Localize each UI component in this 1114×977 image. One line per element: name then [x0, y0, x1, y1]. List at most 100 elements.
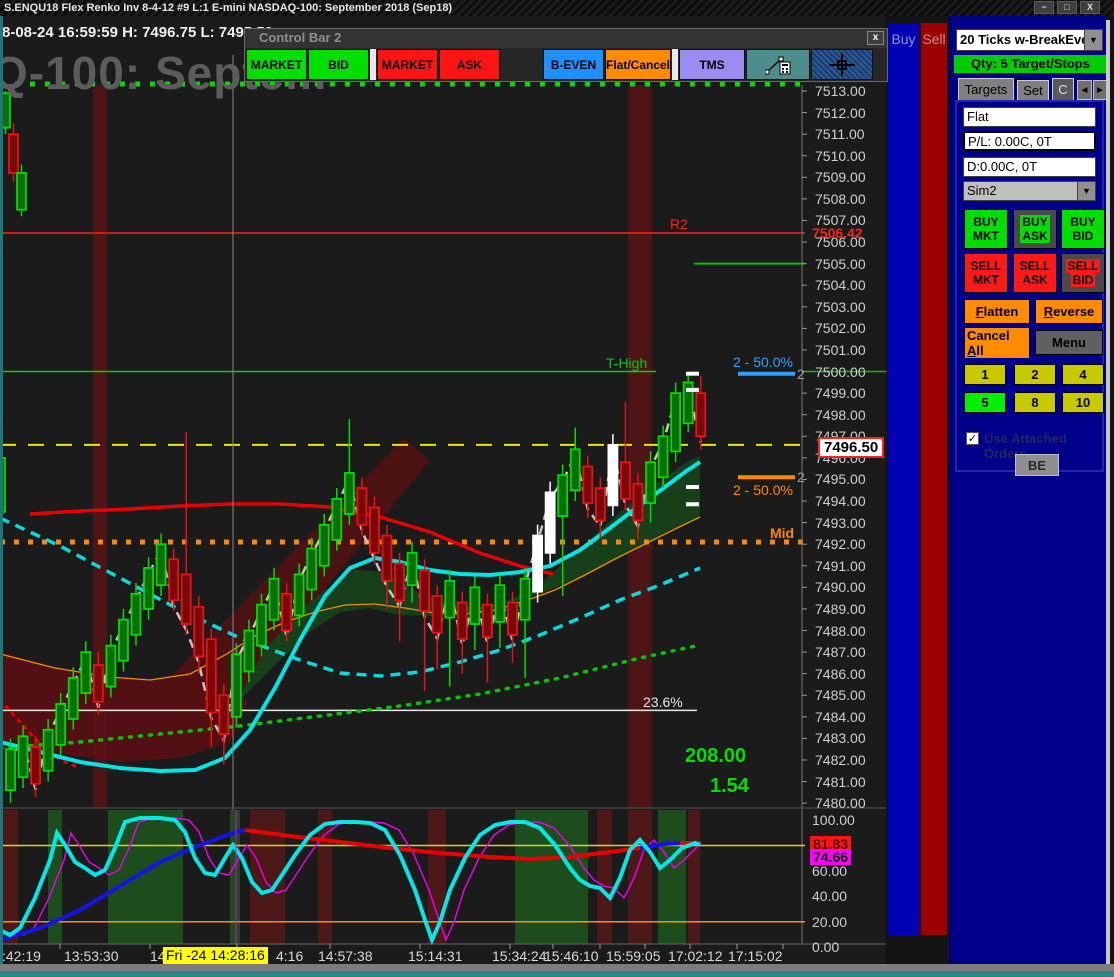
- candle-body: [369, 506, 380, 554]
- dom-sell-column[interactable]: Sell: [921, 23, 947, 935]
- candle-body: [16, 172, 27, 211]
- tms-button[interactable]: TMS: [679, 49, 745, 80]
- oscillator-band: [597, 810, 612, 944]
- price-axis-label: 7489.00: [815, 600, 866, 617]
- tab-targets[interactable]: Targets: [958, 78, 1014, 100]
- chevron-down-icon[interactable]: ▼: [1084, 30, 1102, 50]
- breakeven-button[interactable]: B-EVEN: [543, 49, 604, 80]
- candle-body: [632, 482, 644, 522]
- flatten-button[interactable]: Flatten: [964, 299, 1030, 324]
- candle-body: [343, 472, 355, 515]
- candle-body: [281, 592, 293, 632]
- window-titlebar[interactable]: S.ENQU18 Flex Renko Inv 8-4-12 #9 L:1 E-…: [0, 0, 1114, 16]
- oscillator-axis-label: 60.00: [812, 862, 848, 879]
- candle-body: [105, 644, 117, 688]
- sell-column-header: Sell: [922, 31, 946, 47]
- candle-body: [356, 487, 368, 526]
- tab-scroll-right-icon[interactable]: ►: [1093, 80, 1107, 100]
- price-axis-label: 7481.00: [815, 773, 866, 790]
- sell-mkt-button[interactable]: SELL MKT: [964, 253, 1008, 293]
- maximize-button[interactable]: □: [1057, 1, 1077, 14]
- candle-body: [268, 577, 280, 621]
- candle-body: [394, 562, 405, 602]
- price-axis-label: 7488.00: [815, 622, 866, 639]
- buy-column-header: Buy: [891, 31, 916, 47]
- candle-body: [607, 444, 619, 507]
- menu-button[interactable]: Menu: [1035, 330, 1103, 355]
- price-axis-label: 7487.00: [815, 644, 866, 661]
- pnl-points-readout: 208.00: [685, 745, 747, 767]
- price-axis-label: 7509.00: [815, 169, 866, 186]
- time-axis-label: 15:59:05: [606, 948, 661, 964]
- qty-10-button[interactable]: 10: [1062, 392, 1104, 413]
- fib-target-orange-marker: 2: [797, 469, 805, 486]
- oscillator-magenta-value-label: 74.66: [810, 849, 852, 865]
- pl-field[interactable]: P/L: 0.00C, 0T: [963, 131, 1096, 151]
- minimize-button[interactable]: −: [1034, 1, 1054, 14]
- qty-8-button[interactable]: 8: [1014, 392, 1056, 413]
- use-attached-orders-checkbox[interactable]: ✓: [966, 432, 979, 445]
- r2-price-label: 7506.42: [812, 224, 863, 241]
- oscillator-axis-label: 20.00: [812, 913, 848, 930]
- tab-scroll-left-icon[interactable]: ◄: [1077, 80, 1092, 100]
- candle-body: [557, 474, 569, 518]
- time-axis-highlight: Fri -24 14:28:16: [163, 947, 268, 964]
- close-button[interactable]: X: [1080, 1, 1100, 14]
- trading-window: S.ENQU18 Flex Renko Inv 8-4-12 #9 L:1 E-…: [0, 0, 1114, 977]
- buy-mkt-button[interactable]: BUY MKT: [964, 209, 1008, 249]
- trendline-calculator-button[interactable]: [746, 49, 810, 80]
- chevron-down-icon[interactable]: ▼: [1077, 182, 1095, 200]
- fib-target-blue-label: 2 - 50.0%: [733, 353, 793, 370]
- price-axis-label: 7490.00: [815, 579, 866, 596]
- flat-cancel-button[interactable]: Flat/Cancel: [605, 49, 671, 80]
- window-left-border: [0, 16, 3, 970]
- sell-ask-button[interactable]: ASK: [439, 49, 500, 80]
- strategy-dropdown[interactable]: 20 Ticks w-BreakEven ▼: [956, 29, 1103, 51]
- position-field[interactable]: Flat: [963, 107, 1096, 127]
- candle-body: [657, 435, 669, 479]
- account-dropdown[interactable]: Sim2 ▼: [963, 181, 1096, 201]
- control-bar-title[interactable]: Control Bar 2: [245, 29, 887, 48]
- buy-bid-button[interactable]: BUY BID: [1061, 209, 1105, 249]
- order-marker: [686, 502, 699, 507]
- window-bottom-strip: [0, 964, 1114, 971]
- qty-2-button[interactable]: 2: [1014, 364, 1056, 385]
- tab-c[interactable]: C: [1052, 78, 1074, 100]
- candle-body: [243, 629, 255, 673]
- oscillator-band: [688, 810, 700, 944]
- candle-body: [456, 601, 468, 641]
- candle-body: [594, 487, 606, 522]
- candle-body: [218, 694, 230, 735]
- sell-ask-button[interactable]: SELL ASK: [1013, 253, 1057, 293]
- candle-body: [168, 558, 180, 602]
- right-scrollbar[interactable]: [1106, 20, 1110, 964]
- cancel-all-button[interactable]: Cancel All: [964, 327, 1030, 358]
- dom-buy-column[interactable]: Buy: [888, 23, 919, 935]
- qty-4-button[interactable]: 4: [1062, 364, 1104, 385]
- daily-pl-field[interactable]: D:0.00C, 0T: [963, 157, 1096, 177]
- sell-bid-button[interactable]: SELL BID: [1061, 253, 1105, 293]
- fib-target-blue-marker: 2: [797, 365, 805, 382]
- candle-body: [118, 618, 129, 662]
- price-axis-label: 7482.00: [815, 751, 866, 768]
- candle-body: [293, 573, 305, 617]
- qty-1-button[interactable]: 1: [964, 364, 1006, 385]
- qty-5-button[interactable]: 5: [964, 392, 1006, 413]
- be-button[interactable]: BE: [1015, 454, 1059, 476]
- separator: [672, 49, 678, 80]
- time-axis-label: :42:19: [2, 948, 41, 964]
- buy-ask-button[interactable]: BUY ASK: [1013, 209, 1057, 249]
- control-bar-window[interactable]: Control Bar 2 x MARKET BID MARKET ASK B-…: [244, 28, 888, 82]
- window-bottom-border: [0, 971, 1114, 977]
- candle-body: [507, 601, 518, 636]
- candle-body: [406, 551, 418, 587]
- price-axis-label: 7485.00: [815, 687, 866, 704]
- control-bar-close-icon[interactable]: x: [867, 31, 884, 45]
- candle-body: [431, 595, 443, 634]
- buy-market-button[interactable]: MARKET: [246, 49, 307, 80]
- crosshair-tool-button[interactable]: [811, 49, 873, 80]
- sell-market-button[interactable]: MARKET: [377, 49, 438, 80]
- tab-set[interactable]: Set: [1017, 80, 1049, 100]
- buy-bid-button[interactable]: BID: [308, 49, 369, 80]
- reverse-button[interactable]: Reverse: [1035, 299, 1103, 324]
